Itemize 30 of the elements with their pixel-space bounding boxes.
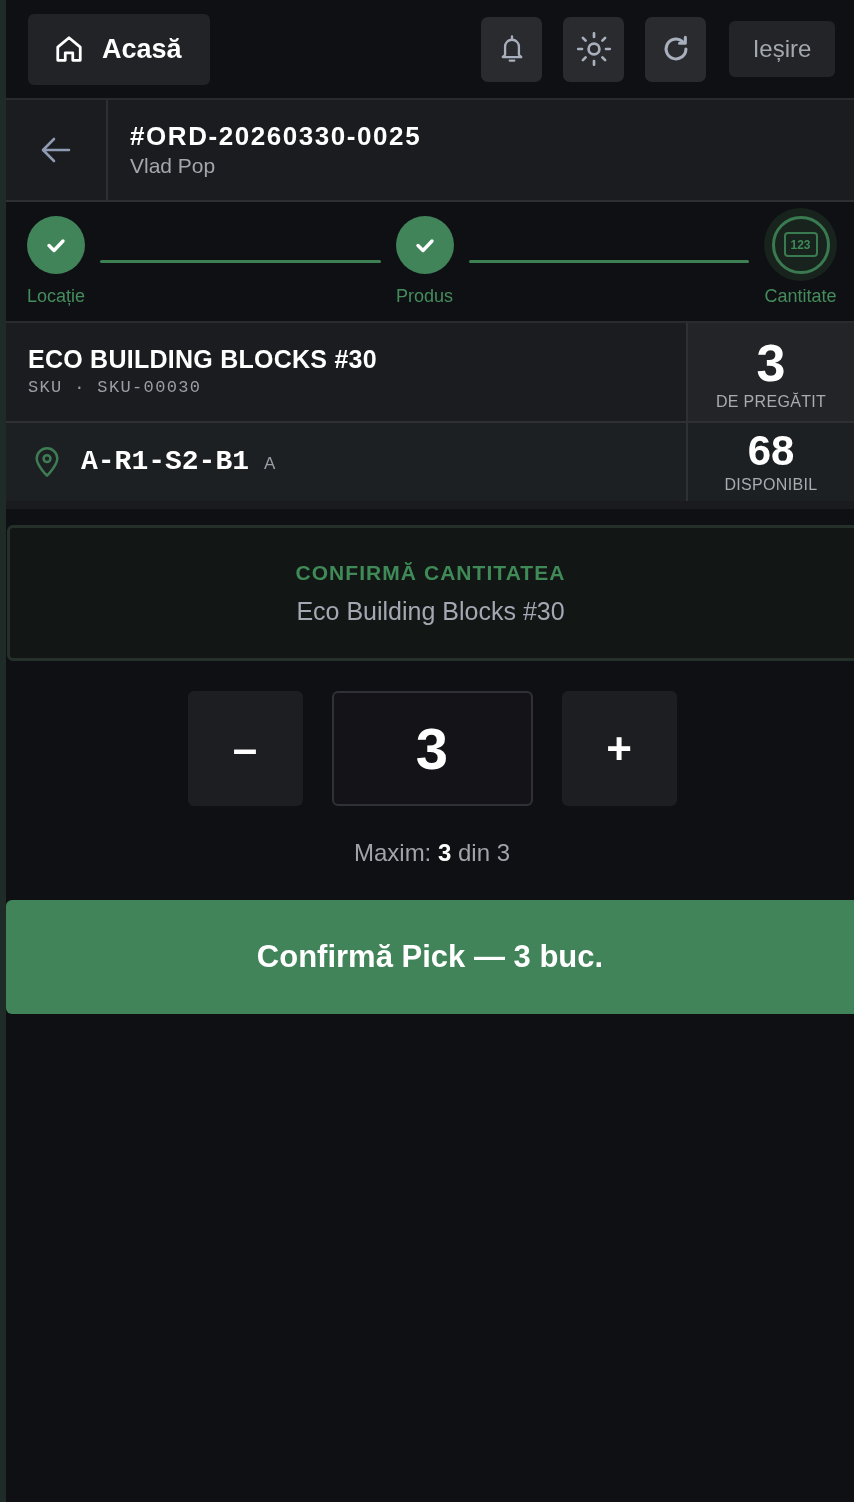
home-button[interactable]: Acasă [28,13,210,85]
increment-button[interactable]: + [561,691,677,806]
quantity-field[interactable]: 3 [331,691,533,806]
notifications-button[interactable] [481,16,542,82]
back-arrow-icon [41,137,71,163]
to-pick-count: 3 [756,335,786,391]
to-pick-label: DE PREGĂTIT [715,391,827,412]
product-name: ECO BUILDING BLOCKS #30 [28,344,378,375]
confirm-title: CONFIRMĂ CANTITATEA [295,560,566,586]
step-label: Produs [396,285,454,307]
product-subtitle: Eco Building Blocks #30 [296,596,565,627]
available-count: 68 [747,428,795,474]
customer-name: Vlad Pop [130,153,217,179]
sku-text: SKU · SKU-00030 [28,377,203,399]
home-icon [54,34,84,64]
decrement-button[interactable]: – [187,691,303,806]
refresh-button[interactable] [645,16,706,82]
logout-button[interactable]: Ieșire [729,21,835,77]
order-number: #ORD-20260330-0025 [130,120,422,152]
max-quantity-text: Maxim: 3 din 3 [353,838,511,868]
theme-button[interactable] [563,16,624,82]
numeric-badge: 123 [783,232,818,257]
location-pin-icon [33,446,61,478]
location-zone: A [264,452,276,475]
available-label: DISPONIBIL [724,475,818,495]
confirm-pick-button[interactable]: Confirmă Pick — 3 buc. [6,900,854,1014]
location-code: A-R1-S2-B1 [81,445,250,479]
step-label: Locație [27,285,86,307]
step-label: Cantitate [764,285,837,307]
sun-icon [575,31,612,67]
